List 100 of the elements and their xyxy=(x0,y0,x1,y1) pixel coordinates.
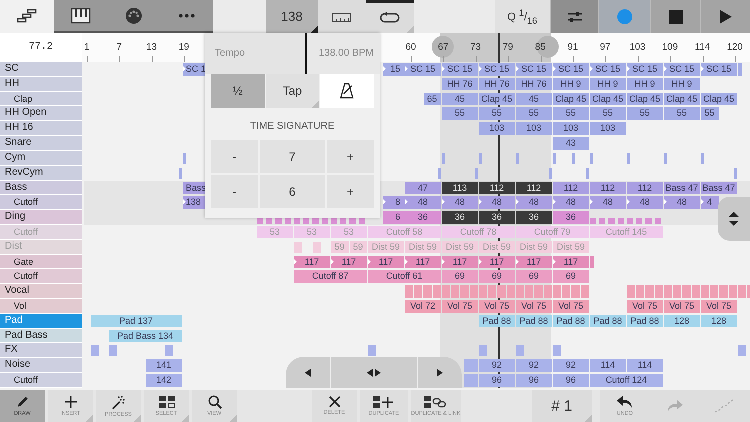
clip[interactable]: SC 15 xyxy=(701,63,737,76)
note-pattern[interactable] xyxy=(590,218,608,224)
clip[interactable]: 117 xyxy=(553,256,589,268)
track-label[interactable]: Vocal xyxy=(0,284,82,299)
clip[interactable]: 138 xyxy=(183,196,206,209)
clip[interactable]: 65 xyxy=(424,92,441,106)
track-label[interactable]: FX xyxy=(0,343,82,358)
clip[interactable]: HH 76 xyxy=(479,78,515,90)
clip[interactable]: 55 xyxy=(590,107,626,120)
track-label[interactable]: Snare xyxy=(0,136,82,151)
time-signature-value[interactable]: 7 xyxy=(260,140,325,173)
clip[interactable]: 48 xyxy=(590,196,626,209)
track-label[interactable]: Pad Bass xyxy=(0,328,82,344)
clip[interactable]: 128 xyxy=(664,314,700,328)
note-pattern[interactable] xyxy=(701,285,720,298)
note-pattern[interactable] xyxy=(276,218,294,224)
clip[interactable]: 55 xyxy=(479,107,515,120)
clip[interactable]: SC 15 xyxy=(405,63,441,76)
track-label[interactable]: Bass xyxy=(0,180,82,196)
playhead-marker[interactable] xyxy=(498,33,500,62)
note-block[interactable] xyxy=(738,345,746,356)
clip[interactable]: SC 15 xyxy=(627,63,663,76)
tempo-field[interactable]: 138.00 BPM xyxy=(305,33,380,74)
clip[interactable]: 112 xyxy=(590,182,626,194)
clip[interactable]: 103 xyxy=(516,122,552,135)
mixer-button[interactable] xyxy=(550,0,598,33)
clip[interactable]: Vol 75 xyxy=(664,300,700,312)
note-pattern[interactable] xyxy=(294,218,312,224)
clip[interactable]: Cutoff 61 xyxy=(368,270,441,283)
clip[interactable]: 48 xyxy=(479,196,515,209)
clip[interactable]: Vol 75 xyxy=(442,300,478,312)
clip[interactable]: 55 xyxy=(442,107,478,120)
clip[interactable]: 96 xyxy=(516,374,552,387)
clip[interactable]: 36 xyxy=(442,211,478,224)
clip[interactable]: Clap 45 xyxy=(627,92,663,106)
note-pattern[interactable] xyxy=(516,285,534,298)
note-mark[interactable] xyxy=(442,152,445,164)
clip[interactable]: 103 xyxy=(553,122,589,135)
note-mark[interactable] xyxy=(179,168,182,179)
clip[interactable]: 117 xyxy=(368,256,404,268)
clip[interactable]: SC 15 xyxy=(479,63,515,76)
clip[interactable]: Clap 45 xyxy=(479,92,515,106)
track-label[interactable]: SC xyxy=(0,62,82,77)
clip[interactable]: 45 xyxy=(442,92,478,106)
clip[interactable]: Vol 75 xyxy=(516,300,552,312)
note-pattern[interactable] xyxy=(350,218,368,224)
clip[interactable]: Vol 75 xyxy=(627,300,663,312)
track-label[interactable]: HH 16 xyxy=(0,121,82,136)
track-label[interactable]: Cutoff xyxy=(0,195,82,210)
note-pattern[interactable] xyxy=(608,218,627,224)
note-block[interactable] xyxy=(553,345,561,356)
tap-button[interactable]: Tap xyxy=(266,74,320,108)
note-pattern[interactable] xyxy=(424,285,442,298)
keys-tab[interactable] xyxy=(54,0,107,33)
range-handle[interactable] xyxy=(432,36,454,58)
clip[interactable]: 48 xyxy=(627,196,663,209)
clip[interactable]: SC 15 xyxy=(442,63,478,76)
track-label[interactable]: Pad xyxy=(0,314,82,329)
clip[interactable]: 48 xyxy=(405,196,441,209)
clip[interactable]: Vol 75 xyxy=(701,300,737,312)
clip[interactable]: Pad 88 xyxy=(590,314,626,328)
clip[interactable]: 15 xyxy=(382,63,404,76)
clip[interactable]: 69 xyxy=(516,270,552,283)
clip[interactable]: 103 xyxy=(590,122,626,135)
note-mark[interactable] xyxy=(734,168,737,179)
clip[interactable] xyxy=(464,374,478,387)
clip[interactable]: Cutoff 124 xyxy=(590,374,663,387)
clip[interactable]: 117 xyxy=(479,256,515,268)
clip[interactable]: 128 xyxy=(701,314,737,328)
clip[interactable]: 112 xyxy=(553,182,589,194)
note-block[interactable] xyxy=(109,345,117,356)
clip[interactable]: 36 xyxy=(405,211,441,224)
clip[interactable]: Cutoff 87 xyxy=(294,270,367,283)
track-label[interactable]: HH Open xyxy=(0,106,82,122)
clip[interactable]: 45 xyxy=(516,92,552,106)
note-block[interactable] xyxy=(164,345,172,356)
pattern-button[interactable]: # 1 xyxy=(532,390,592,422)
note-mark[interactable] xyxy=(627,152,630,164)
clip[interactable]: 112 xyxy=(516,182,552,194)
note-pattern[interactable] xyxy=(312,218,331,224)
clip[interactable]: 48 xyxy=(664,196,700,209)
note-mark[interactable] xyxy=(572,152,574,164)
clip[interactable]: 36 xyxy=(553,211,589,224)
play-button[interactable] xyxy=(700,0,750,33)
more-tab[interactable] xyxy=(160,0,213,33)
note-block[interactable] xyxy=(90,345,98,356)
time-signature-value[interactable]: 6 xyxy=(260,175,325,208)
track-label[interactable]: Noise xyxy=(0,358,82,374)
clip[interactable]: 117 xyxy=(331,256,367,268)
note-mark[interactable] xyxy=(664,152,667,164)
clip[interactable]: Pad 137 xyxy=(90,314,182,328)
note-mark[interactable] xyxy=(516,152,519,164)
note-pattern[interactable] xyxy=(572,285,590,298)
note-pattern[interactable] xyxy=(460,285,479,298)
quantize-button[interactable]: Q $^{1}$/$_{16}$ xyxy=(495,0,550,33)
half-tempo-button[interactable]: ½ xyxy=(211,74,265,108)
clip[interactable]: SC 15 xyxy=(590,63,626,76)
note-block[interactable] xyxy=(479,345,487,356)
clip[interactable]: 96 xyxy=(479,374,515,387)
clip[interactable]: 114 xyxy=(627,359,663,372)
